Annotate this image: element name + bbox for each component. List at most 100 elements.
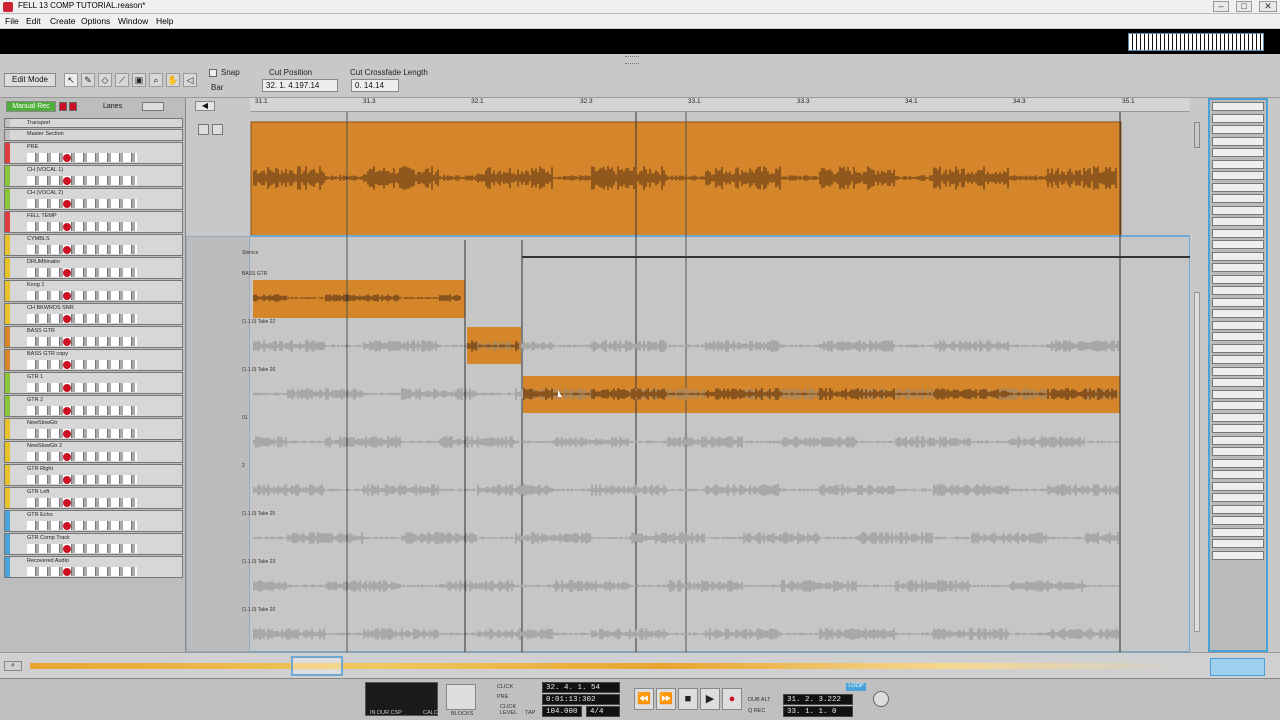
rewind-button[interactable]: ⏪ [634,688,654,710]
pre-label[interactable]: PRE [497,694,508,700]
rack-device[interactable] [1212,263,1264,272]
vertical-scrollbar[interactable] [1190,112,1204,652]
rack-device[interactable] [1212,217,1264,226]
rack-device[interactable] [1212,194,1264,203]
record-arm-button[interactable] [63,476,71,484]
position-bars-display[interactable]: 32. 4. 1. 54 [542,682,620,693]
rack-device[interactable] [1212,539,1264,548]
position-time-display[interactable]: 0:01:13:302 [542,694,620,705]
record-arm-button[interactable] [63,338,71,346]
manual-rec-button[interactable]: Manual Rec [6,101,56,112]
speaker-icon[interactable]: ◁ [183,73,197,87]
rack-device[interactable] [1212,343,1264,353]
track-row[interactable]: NewSlowGtr 2 [4,441,183,463]
overview-viewport[interactable] [291,656,343,676]
record-arm-button[interactable] [63,200,71,208]
record-arm-button[interactable] [63,154,71,162]
rack-device[interactable] [1212,355,1264,364]
rack-device[interactable] [1212,251,1264,261]
track-controls[interactable] [27,153,137,162]
rack-device[interactable] [1212,286,1264,295]
menu-help[interactable]: Help [156,16,173,26]
rack-device[interactable] [1212,504,1264,514]
zoom-icon[interactable] [1194,122,1200,148]
maximize-button[interactable]: □ [1236,1,1252,12]
track-controls[interactable] [27,475,137,484]
track-controls[interactable] [27,383,137,392]
menu-edit[interactable]: Edit [26,16,41,26]
menu-create[interactable]: Create [50,16,76,26]
record-arm-button[interactable] [63,177,71,185]
record-arm-button[interactable] [63,315,71,323]
track-row[interactable]: GTR Echo [4,510,183,532]
snap-value-select[interactable]: Bar [211,83,223,92]
rack-device[interactable] [1212,125,1264,134]
scroll-thumb[interactable] [1194,292,1200,632]
rack-device[interactable] [1212,159,1264,169]
track-row[interactable]: NewSlowGtr [4,418,183,440]
rack-device[interactable] [1212,389,1264,399]
track-row[interactable]: GTR Left [4,487,183,509]
scroll-left-icon[interactable]: ◀ [195,101,215,111]
rack-device[interactable] [1212,470,1264,479]
lanes-button[interactable] [142,102,164,111]
pencil-icon[interactable]: ✎ [81,73,95,87]
track-row[interactable]: Master Section [4,129,183,141]
track-controls[interactable] [27,429,137,438]
rack-device[interactable] [1212,378,1264,387]
rack-device[interactable] [1212,309,1264,318]
track-row[interactable]: CH (VOCAL 2) [4,188,183,210]
blocks-button[interactable] [446,684,476,710]
edit-mode-button[interactable]: Edit Mode [4,73,56,87]
record-arm-button[interactable] [63,453,71,461]
close-button[interactable]: ✕ [1259,1,1277,12]
track-controls[interactable] [27,291,137,300]
loop-button[interactable]: LOOP [846,683,866,691]
rack-device[interactable] [1212,102,1264,111]
track-controls[interactable] [27,360,137,369]
cut-position-field[interactable]: 32. 1. 4.197.14 [262,79,338,92]
track-controls[interactable] [27,222,137,231]
rack-device[interactable] [1212,493,1264,502]
track-row[interactable]: BASS GTR copy [4,349,183,371]
rack-device[interactable] [1212,447,1264,456]
rack-device[interactable] [1212,240,1264,249]
track-controls[interactable] [27,544,137,553]
record-arm-button[interactable] [63,246,71,254]
track-row[interactable]: GTR Right [4,464,183,486]
track-controls[interactable] [27,245,137,254]
song-overview[interactable]: ⌕ [0,652,1280,678]
record-arm-button[interactable] [63,568,71,576]
record-arm-button[interactable] [63,545,71,553]
track-row[interactable]: BASS GTR [4,326,183,348]
track-row[interactable]: DRUMbinator [4,257,183,279]
track-controls[interactable] [27,314,137,323]
zoom-out-icon[interactable]: ⌕ [4,661,22,671]
track-row[interactable]: CH BKWRDS SNR [4,303,183,325]
rack-device[interactable] [1212,401,1264,410]
rack-device[interactable] [1212,527,1264,537]
record-arm-button[interactable] [63,361,71,369]
record-arm-button[interactable] [63,223,71,231]
timeline-ruler[interactable]: 31.1 31.3 32.1 32.3 33.1 33.3 34.1 34.3 … [250,98,1190,112]
signature-display[interactable]: 4/4 [586,706,620,717]
track-row[interactable]: GTR 1 [4,372,183,394]
record-button[interactable]: ● [722,688,742,710]
rack-device[interactable] [1212,366,1264,376]
track-row[interactable]: FELL TEMP [4,211,183,233]
record-arm-button[interactable] [63,384,71,392]
q-rec-label[interactable]: Q REC [748,708,765,714]
snap-checkbox[interactable] [209,69,217,77]
minimize-button[interactable]: – [1213,1,1229,12]
rack-device[interactable] [1212,332,1264,341]
record-arm-button[interactable] [63,269,71,277]
play-button[interactable]: ▶ [700,688,720,710]
track-controls[interactable] [27,337,137,346]
splitter-handle[interactable] [625,56,639,64]
rack-device[interactable] [1212,148,1264,157]
rack-device[interactable] [1212,228,1264,238]
tempo-display[interactable]: 104.000 [542,706,582,717]
pointer-icon[interactable]: ↖ [64,73,78,87]
rack-device[interactable] [1212,171,1264,180]
comp-take-segment[interactable] [253,280,465,318]
